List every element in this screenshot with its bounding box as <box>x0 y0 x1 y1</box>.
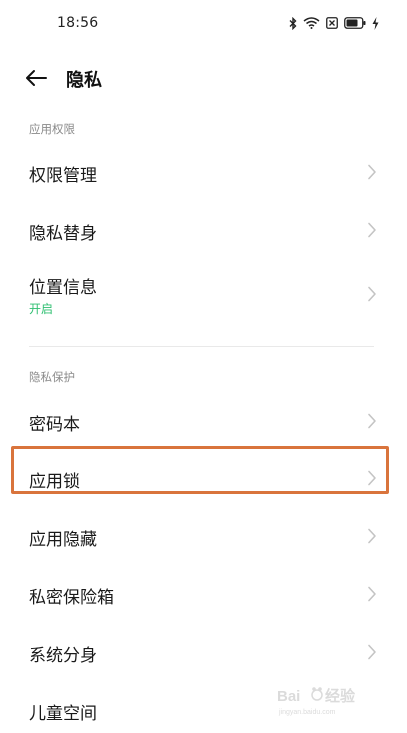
status-bar: 18:56 <box>0 0 407 46</box>
chevron-right-icon <box>368 413 376 429</box>
sim-off-icon <box>326 17 338 29</box>
page-header: 隐私 <box>0 58 407 98</box>
wifi-icon <box>303 17 320 29</box>
status-icons <box>289 15 379 31</box>
chevron-right-icon <box>368 222 376 238</box>
arrow-left-icon <box>26 70 47 86</box>
page-title: 隐私 <box>66 70 102 91</box>
charging-icon <box>372 16 379 30</box>
list-item-label: 隐私替身 <box>29 224 97 244</box>
list-item-label: 私密保险箱 <box>29 588 114 608</box>
bluetooth-icon <box>289 16 297 30</box>
list-item-password-book[interactable]: 密码本 <box>0 399 407 443</box>
back-button[interactable] <box>22 64 50 92</box>
list-item-app-hide[interactable]: 应用隐藏 <box>0 514 407 558</box>
list-item-label: 密码本 <box>29 415 80 435</box>
status-time: 18:56 <box>57 15 99 31</box>
list-item-system-clone[interactable]: 系统分身 <box>0 630 407 674</box>
list-item-label: 系统分身 <box>29 646 97 666</box>
list-item-label: 儿童空间 <box>29 704 97 724</box>
chevron-right-icon <box>368 164 376 180</box>
list-item-label: 应用隐藏 <box>29 530 97 550</box>
section-label-privacy-protection: 隐私保护 <box>29 370 75 384</box>
battery-icon <box>344 17 366 29</box>
section-divider <box>29 346 374 347</box>
baidu-watermark-logo: Bai 经验 jingyan.baidu.com <box>277 687 356 716</box>
chevron-right-icon <box>368 586 376 602</box>
list-item-label: 权限管理 <box>29 166 97 186</box>
location-status: 开启 <box>29 302 54 316</box>
section-label-app-permissions: 应用权限 <box>29 122 75 136</box>
list-item-permission-management[interactable]: 权限管理 <box>0 150 407 194</box>
chevron-right-icon <box>368 470 376 486</box>
list-item-private-safe[interactable]: 私密保险箱 <box>0 572 407 616</box>
list-item-label: 应用锁 <box>29 472 80 492</box>
chevron-right-icon <box>368 286 376 302</box>
chevron-right-icon <box>368 644 376 660</box>
svg-text:jingyan.baidu.com: jingyan.baidu.com <box>278 709 336 716</box>
svg-text:Bai: Bai <box>277 688 300 705</box>
chevron-right-icon <box>368 528 376 544</box>
list-item-location[interactable]: 位置信息 开启 <box>0 264 407 324</box>
list-item-label: 位置信息 <box>29 278 97 298</box>
svg-text:经验: 经验 <box>325 687 356 705</box>
list-item-privacy-substitute[interactable]: 隐私替身 <box>0 208 407 252</box>
list-item-app-lock[interactable]: 应用锁 <box>0 448 407 492</box>
